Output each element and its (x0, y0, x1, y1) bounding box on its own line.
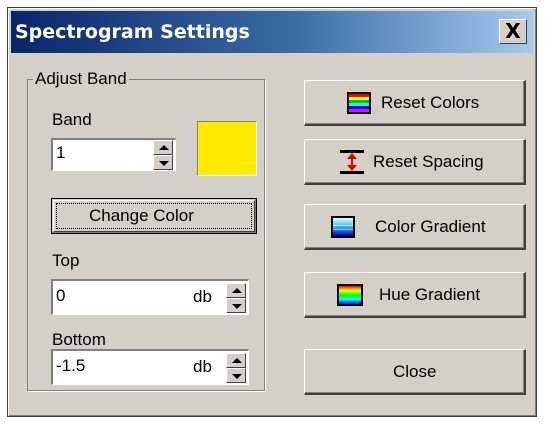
color-bands-icon (347, 92, 371, 114)
spacing-arrow-icon (340, 150, 364, 174)
bottom-label: Bottom (52, 330, 106, 349)
bottom-value[interactable]: -1.5 (56, 356, 85, 376)
top-down-arrow-icon[interactable] (226, 298, 246, 313)
color-gradient-button[interactable]: Color Gradient (304, 204, 526, 250)
top-field[interactable]: 0 db (51, 279, 249, 315)
bottom-unit: db (193, 357, 212, 376)
band-down-arrow-icon[interactable] (153, 155, 173, 170)
reset-spacing-button[interactable]: Reset Spacing (304, 139, 526, 185)
band-up-arrow-icon[interactable] (153, 140, 173, 155)
bottom-down-arrow-icon[interactable] (226, 368, 246, 383)
reset-colors-label: Reset Colors (381, 93, 480, 112)
close-button-label: Close (393, 362, 437, 381)
close-icon[interactable]: X (499, 19, 527, 44)
bottom-up-arrow-icon[interactable] (226, 353, 246, 368)
adjust-band-group-label: Adjust Band (33, 69, 129, 89)
color-gradient-label: Color Gradient (375, 217, 486, 236)
hue-gradient-label: Hue Gradient (379, 285, 481, 304)
band-color-swatch (197, 121, 257, 176)
reset-colors-button[interactable]: Reset Colors (304, 80, 526, 126)
reset-spacing-label: Reset Spacing (373, 152, 484, 171)
change-color-label: Change Color (89, 206, 194, 225)
change-color-button[interactable]: Change Color (51, 198, 257, 234)
band-label: Band (52, 110, 92, 129)
top-unit: db (193, 287, 212, 306)
bottom-field[interactable]: -1.5 db (51, 349, 249, 385)
blue-gradient-icon (331, 216, 355, 238)
band-value[interactable]: 1 (56, 143, 65, 163)
top-value[interactable]: 0 (56, 286, 65, 306)
close-button[interactable]: Close (304, 349, 526, 395)
title-bar[interactable]: Spectrogram Settings X (11, 11, 533, 53)
top-label: Top (52, 251, 80, 270)
dialog-title: Spectrogram Settings (15, 21, 250, 43)
hue-gradient-button[interactable]: Hue Gradient (304, 272, 526, 318)
top-up-arrow-icon[interactable] (226, 283, 246, 298)
hue-gradient-icon (337, 284, 363, 306)
band-spinner[interactable]: 1 (51, 138, 176, 171)
